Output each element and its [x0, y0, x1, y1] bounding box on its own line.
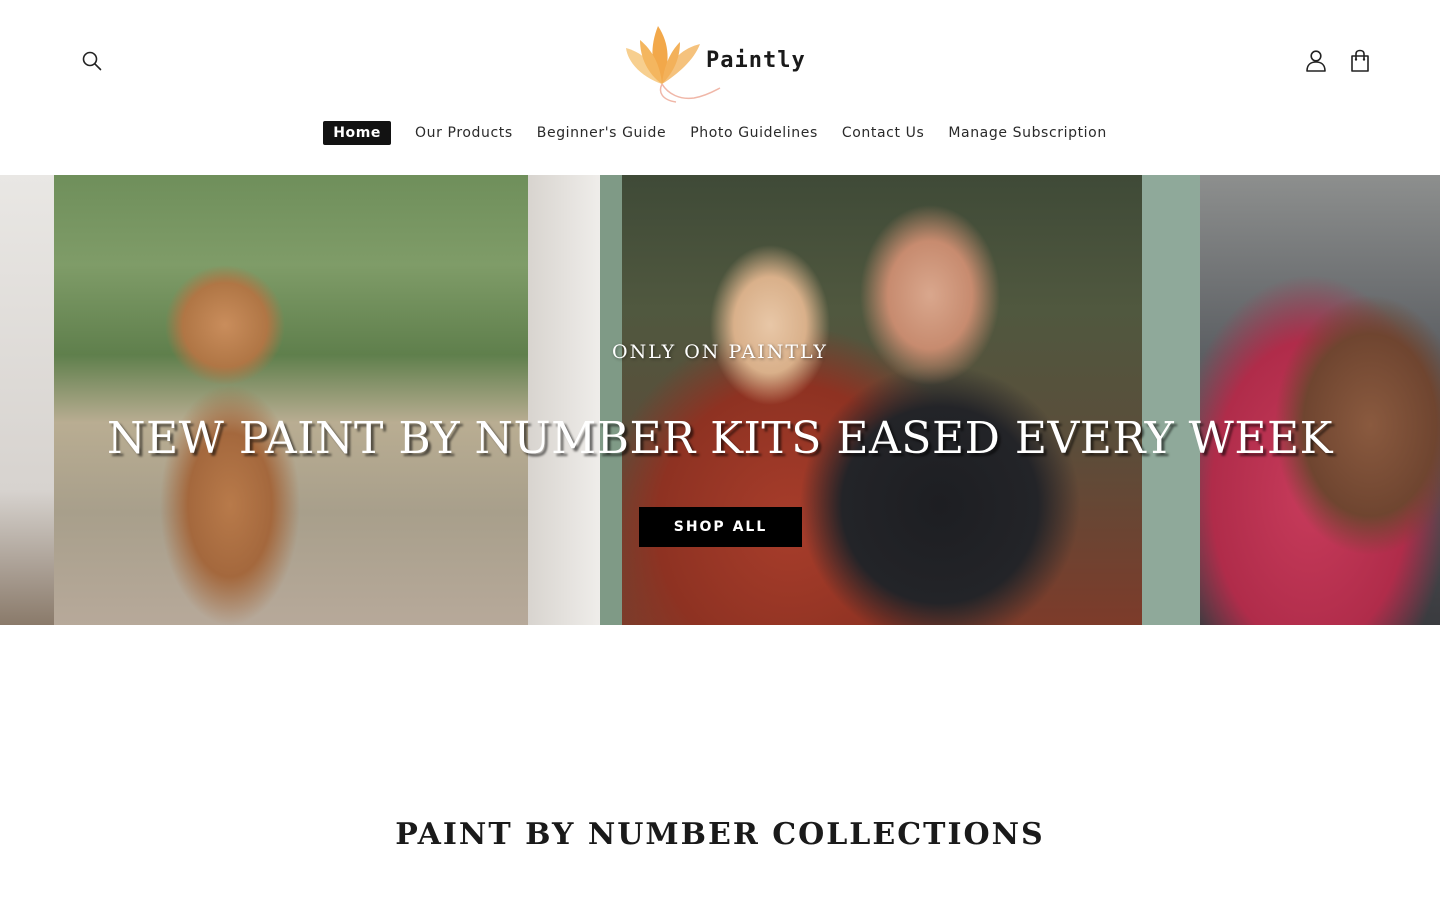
cart-button[interactable] [1344, 45, 1376, 77]
hero-content: ONLY ON PAINTLY NEW PAINT BY NUMBER KITS… [0, 175, 1440, 625]
nav-item-photo-guidelines[interactable]: Photo Guidelines [680, 121, 828, 145]
account-icon [1306, 50, 1326, 72]
nav-item-beginners-guide[interactable]: Beginner's Guide [527, 121, 676, 145]
shop-all-button[interactable]: SHOP ALL [639, 507, 802, 547]
nav-item-home[interactable]: Home [323, 121, 392, 145]
account-button[interactable] [1300, 45, 1332, 77]
nav-item-manage-subscription[interactable]: Manage Subscription [938, 121, 1116, 145]
shopping-bag-icon [1351, 49, 1369, 72]
hero-eyebrow: ONLY ON PAINTLY [612, 341, 828, 363]
nav-item-contact-us[interactable]: Contact Us [832, 121, 934, 145]
hero-banner: ONLY ON PAINTLY NEW PAINT BY NUMBER KITS… [0, 175, 1440, 625]
site-logo[interactable]: Paintly [622, 18, 822, 104]
nav-item-our-products[interactable]: Our Products [405, 121, 523, 145]
collections-heading: PAINT BY NUMBER COLLECTIONS [395, 816, 1045, 852]
site-header: Paintly Home Our Products Beginner's Gui… [0, 0, 1440, 175]
search-button[interactable] [76, 45, 108, 77]
search-icon [82, 51, 102, 71]
logo-wordmark: Paintly [706, 48, 806, 73]
main-nav: Home Our Products Beginner's Guide Photo… [0, 120, 1440, 146]
hero-heading: NEW PAINT BY NUMBER KITS EASED EVERY WEE… [107, 413, 1333, 464]
